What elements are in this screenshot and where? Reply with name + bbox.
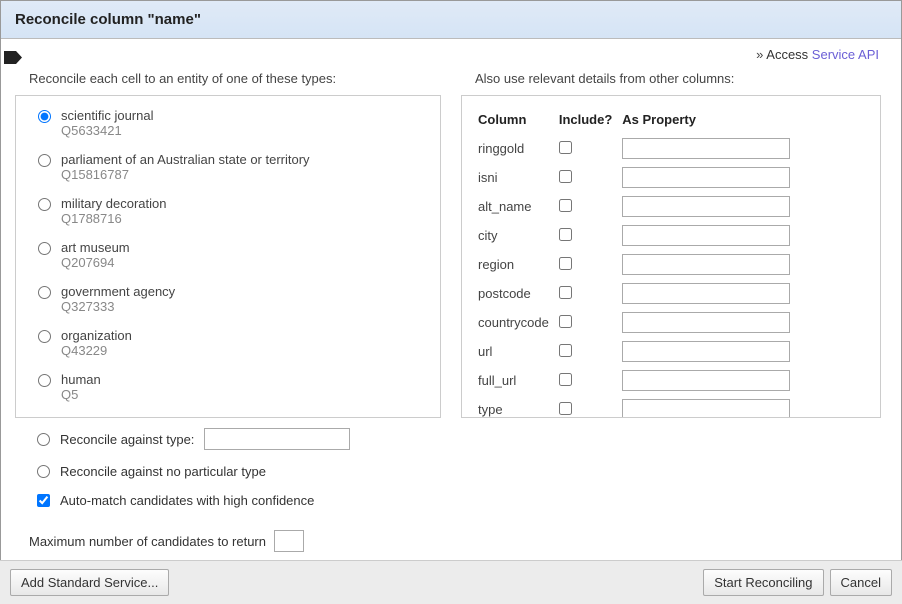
type-id: Q5	[61, 387, 101, 402]
service-link-area: » Access Service API	[1, 39, 901, 64]
type-radio[interactable]	[38, 286, 51, 299]
property-input[interactable]	[622, 225, 790, 246]
include-checkbox[interactable]	[559, 315, 572, 328]
include-checkbox[interactable]	[559, 402, 572, 415]
dialog-footer: Add Standard Service... Start Reconcilin…	[0, 560, 902, 604]
column-header-name: Column	[478, 110, 557, 133]
include-checkbox[interactable]	[559, 228, 572, 241]
column-row: region	[478, 251, 798, 278]
property-input[interactable]	[622, 341, 790, 362]
type-label: human	[61, 372, 101, 387]
no-particular-label: Reconcile against no particular type	[60, 464, 266, 479]
column-row: isni	[478, 164, 798, 191]
column-name: full_url	[478, 367, 557, 394]
dialog-title: Reconcile column "name"	[1, 1, 901, 39]
automatch-checkbox[interactable]	[37, 494, 50, 507]
column-header-include: Include?	[559, 110, 620, 133]
property-input[interactable]	[622, 254, 790, 275]
cancel-button[interactable]: Cancel	[830, 569, 892, 596]
column-name: region	[478, 251, 557, 278]
type-radio[interactable]	[38, 110, 51, 123]
include-checkbox[interactable]	[559, 257, 572, 270]
type-item[interactable]: parliament of an Australian state or ter…	[38, 152, 430, 182]
column-row: countrycode	[478, 309, 798, 336]
type-item[interactable]: humanQ5	[38, 372, 430, 402]
start-reconciling-button[interactable]: Start Reconciling	[703, 569, 823, 596]
type-item[interactable]: military decorationQ1788716	[38, 196, 430, 226]
type-id: Q5633421	[61, 123, 154, 138]
column-name: isni	[478, 164, 557, 191]
property-input[interactable]	[622, 370, 790, 391]
property-input[interactable]	[622, 138, 790, 159]
service-api-link[interactable]: Service API	[812, 47, 879, 62]
type-radio[interactable]	[38, 242, 51, 255]
add-standard-service-button[interactable]: Add Standard Service...	[10, 569, 169, 596]
automatch-label: Auto-match candidates with high confiden…	[60, 493, 314, 508]
property-input[interactable]	[622, 312, 790, 333]
max-candidates-input[interactable]	[274, 530, 304, 552]
column-name: ringgold	[478, 135, 557, 162]
property-input[interactable]	[622, 196, 790, 217]
include-checkbox[interactable]	[559, 344, 572, 357]
column-row: postcode	[478, 280, 798, 307]
columns-prompt: Also use relevant details from other col…	[461, 64, 881, 95]
against-type-radio[interactable]	[37, 433, 50, 446]
property-input[interactable]	[622, 399, 790, 418]
column-name: city	[478, 222, 557, 249]
column-name: countrycode	[478, 309, 557, 336]
max-candidates-label: Maximum number of candidates to return	[29, 534, 266, 549]
column-name: alt_name	[478, 193, 557, 220]
type-id: Q207694	[61, 255, 130, 270]
column-name: url	[478, 338, 557, 365]
column-row: ringgold	[478, 135, 798, 162]
type-label: scientific journal	[61, 108, 154, 123]
no-particular-radio[interactable]	[37, 465, 50, 478]
access-text: Access	[766, 47, 812, 62]
type-id: Q1788716	[61, 211, 167, 226]
include-checkbox[interactable]	[559, 141, 572, 154]
type-radio[interactable]	[38, 374, 51, 387]
column-row: type	[478, 396, 798, 418]
type-item[interactable]: government agencyQ327333	[38, 284, 430, 314]
type-id: Q15816787	[61, 167, 310, 182]
property-input[interactable]	[622, 283, 790, 304]
column-row: url	[478, 338, 798, 365]
against-type-input[interactable]	[204, 428, 350, 450]
type-item[interactable]: organizationQ43229	[38, 328, 430, 358]
type-id: Q327333	[61, 299, 175, 314]
columns-box: Column Include? As Property ringgoldisni…	[461, 95, 881, 418]
column-row: full_url	[478, 367, 798, 394]
column-row: alt_name	[478, 193, 798, 220]
include-checkbox[interactable]	[559, 286, 572, 299]
type-label: organization	[61, 328, 132, 343]
column-name: type	[478, 396, 557, 418]
include-checkbox[interactable]	[559, 170, 572, 183]
type-id: Q43229	[61, 343, 132, 358]
arrow-icon: »	[756, 47, 766, 62]
type-radio[interactable]	[38, 330, 51, 343]
column-name: postcode	[478, 280, 557, 307]
against-type-label: Reconcile against type:	[60, 432, 194, 447]
type-label: government agency	[61, 284, 175, 299]
types-prompt: Reconcile each cell to an entity of one …	[15, 64, 441, 95]
column-header-property: As Property	[622, 110, 798, 133]
types-list[interactable]: scientific journalQ5633421 parliament of …	[15, 95, 441, 418]
include-checkbox[interactable]	[559, 373, 572, 386]
type-label: parliament of an Australian state or ter…	[61, 152, 310, 167]
tag-icon	[4, 51, 22, 64]
type-label: art museum	[61, 240, 130, 255]
property-input[interactable]	[622, 167, 790, 188]
type-item[interactable]: art museumQ207694	[38, 240, 430, 270]
include-checkbox[interactable]	[559, 199, 572, 212]
type-radio[interactable]	[38, 198, 51, 211]
column-row: city	[478, 222, 798, 249]
type-label: military decoration	[61, 196, 167, 211]
type-radio[interactable]	[38, 154, 51, 167]
type-item[interactable]: scientific journalQ5633421	[38, 108, 430, 138]
